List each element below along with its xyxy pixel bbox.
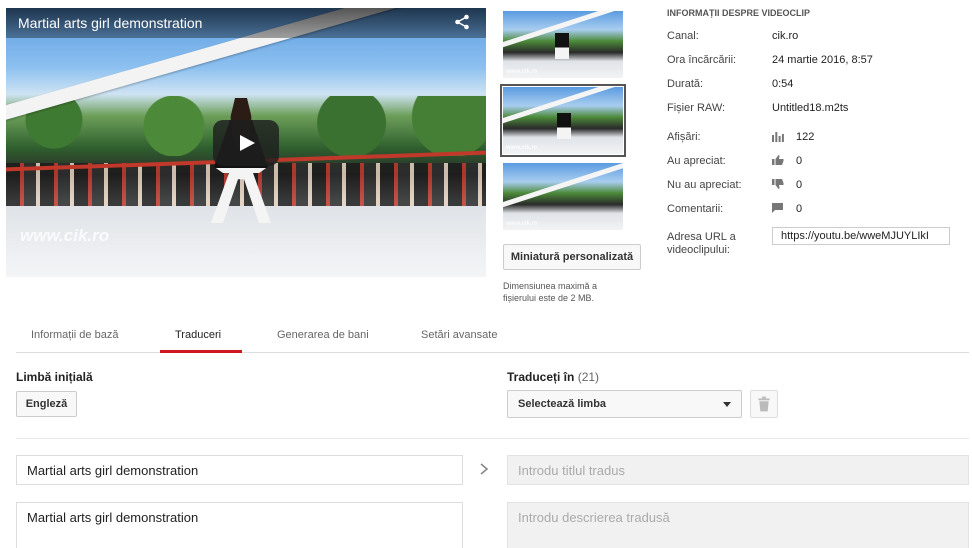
translated-description-input[interactable]: Introdu descrierea tradusă <box>507 502 969 548</box>
thumbnail-fighter <box>555 33 569 59</box>
play-icon[interactable] <box>213 120 279 166</box>
active-tab-underline <box>160 350 242 353</box>
thumbs-down-icon <box>772 179 784 189</box>
channel-link[interactable]: cik.ro <box>772 30 798 42</box>
tab-basic-info[interactable]: Informații de bază <box>31 329 118 341</box>
likes-value: 0 <box>796 155 803 167</box>
thumbnail-option-2[interactable]: www.cik.ro <box>503 87 623 154</box>
language-select[interactable]: Selectează limba <box>507 390 742 418</box>
source-language-heading: Limbă inițială <box>16 370 93 384</box>
tab-monetization[interactable]: Generarea de bani <box>277 329 369 341</box>
comments-label: Comentarii: <box>667 203 724 215</box>
views-value: 122 <box>796 131 815 143</box>
language-select-label: Selectează limba <box>518 398 607 410</box>
channel-label: Canal: <box>667 30 699 42</box>
translated-title-input[interactable]: Introdu titlul tradus <box>507 455 969 485</box>
raw-file-value: Untitled18.m2ts <box>772 102 849 114</box>
tab-translations[interactable]: Traduceri <box>175 329 221 341</box>
tab-advanced-settings[interactable]: Setări avansate <box>421 329 497 341</box>
video-url-field[interactable] <box>772 227 950 245</box>
thumbnail-rope <box>503 163 623 210</box>
upload-time-value: 24 martie 2016, 8:57 <box>772 54 873 66</box>
original-title-field[interactable]: Martial arts girl demonstration <box>16 455 463 485</box>
video-player[interactable]: Martial arts girl demonstration www.cik.… <box>6 8 486 277</box>
section-divider <box>16 438 969 439</box>
custom-thumbnail-button[interactable]: Miniatură personalizată <box>503 244 641 270</box>
thumbnail-watermark: www.cik.ro <box>506 221 538 227</box>
thumbnail-watermark: www.cik.ro <box>506 69 538 75</box>
thumbnail-option-3[interactable]: www.cik.ro <box>503 163 623 230</box>
translate-to-label: Traduceți în <box>507 370 575 384</box>
views-bar-chart-icon <box>772 132 784 142</box>
chevron-right-icon <box>480 463 489 475</box>
original-description-field[interactable]: Martial arts girl demonstration <box>16 502 463 548</box>
delete-translation-button[interactable] <box>750 390 778 418</box>
upload-time-label: Ora încărcării: <box>667 54 737 66</box>
share-icon[interactable] <box>454 14 470 30</box>
chevron-down-icon <box>723 402 731 407</box>
translate-to-heading: Traduceți în (21) <box>507 370 599 384</box>
video-info-heading: INFORMAȚII DESPRE VIDEOCLIP <box>667 8 811 18</box>
comment-icon <box>772 203 783 213</box>
thumbnail-option-1[interactable]: www.cik.ro <box>503 11 623 78</box>
comments-value: 0 <box>796 203 803 215</box>
raw-file-label: Fișier RAW: <box>667 102 726 114</box>
max-size-note: Dimensiunea maximă a fișierului este de … <box>503 281 598 303</box>
translate-to-count: (21) <box>577 370 600 384</box>
video-title[interactable]: Martial arts girl demonstration <box>18 15 202 31</box>
views-label: Afișări: <box>667 131 701 143</box>
duration-label: Durată: <box>667 78 704 90</box>
source-language-button[interactable]: Engleză <box>16 391 77 417</box>
trash-icon <box>758 396 770 412</box>
thumbs-up-icon <box>772 155 784 165</box>
video-watermark: www.cik.ro <box>20 226 110 245</box>
dislikes-value: 0 <box>796 179 803 191</box>
dislikes-label: Nu au apreciat: <box>667 179 742 191</box>
duration-value: 0:54 <box>772 78 794 90</box>
thumbnail-watermark: www.cik.ro <box>506 145 538 151</box>
video-url-label: Adresa URL a videoclipului: <box>667 231 736 256</box>
likes-label: Au apreciat: <box>667 155 726 167</box>
tab-bar: Informații de bază Traduceri Generarea d… <box>16 320 969 353</box>
thumbnail-fighter <box>557 113 571 139</box>
